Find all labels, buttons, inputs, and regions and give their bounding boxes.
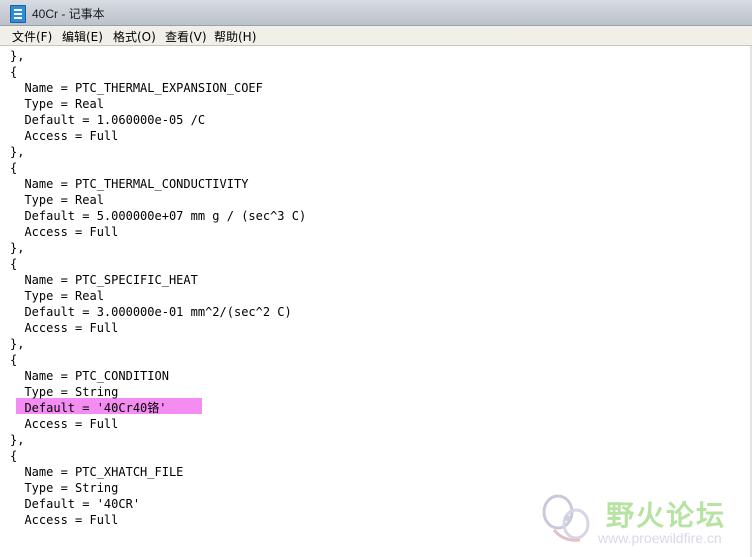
text-editor[interactable]: }, { Name = PTC_THERMAL_EXPANSION_COEF T… [0, 46, 752, 557]
editor-line: Name = PTC_CONDITION [10, 369, 169, 383]
editor-line: Type = String [10, 385, 119, 399]
editor-line: }, [10, 241, 25, 255]
editor-line: Default = 1.060000e-05 /C [10, 113, 206, 127]
editor-line: { [10, 257, 18, 271]
editor-line: }, [10, 433, 25, 447]
watermark-url: www.proewildfire.cn [598, 530, 722, 546]
editor-line-highlighted: Default = '40Cr40铬' [10, 401, 167, 415]
menu-view[interactable]: 查看(V) [165, 28, 207, 45]
editor-line: Access = Full [10, 129, 119, 143]
editor-line: Type = String [10, 481, 119, 495]
editor-line: }, [10, 337, 25, 351]
editor-line: }, [10, 49, 25, 63]
forum-watermark: 野火论坛 www.proewildfire.cn [540, 490, 750, 554]
editor-line: { [10, 449, 18, 463]
editor-line: Name = PTC_SPECIFIC_HEAT [10, 273, 198, 287]
notepad-window: 40Cr - 记事本 文件(F) 编辑(E) 格式(O) 查看(V) 帮助(H)… [0, 0, 752, 557]
watermark-title: 野火论坛 [606, 499, 727, 532]
editor-line: Default = 3.000000e-01 mm^2/(sec^2 C) [10, 305, 292, 319]
editor-line: Access = Full [10, 321, 119, 335]
title-bar[interactable]: 40Cr - 记事本 [0, 0, 752, 26]
menu-file[interactable]: 文件(F) [12, 28, 52, 45]
editor-line: Access = Full [10, 417, 119, 431]
editor-line: Type = Real [10, 193, 104, 207]
editor-line: Type = Real [10, 97, 104, 111]
menu-format[interactable]: 格式(O) [113, 28, 156, 45]
editor-line: { [10, 353, 18, 367]
window-title: 40Cr - 记事本 [32, 7, 105, 21]
editor-line: Default = '40CR' [10, 497, 141, 511]
menu-help[interactable]: 帮助(H) [214, 28, 256, 45]
menu-bar: 文件(F) 编辑(E) 格式(O) 查看(V) 帮助(H) [0, 26, 752, 46]
editor-line: { [10, 161, 18, 175]
editor-line: Type = Real [10, 289, 104, 303]
editor-line: Access = Full [10, 513, 119, 527]
editor-line: }, [10, 145, 25, 159]
editor-line: Name = PTC_XHATCH_FILE [10, 465, 184, 479]
editor-line: Name = PTC_THERMAL_CONDUCTIVITY [10, 177, 249, 191]
editor-line: { [10, 65, 18, 79]
editor-line: Access = Full [10, 225, 119, 239]
menu-edit[interactable]: 编辑(E) [62, 28, 103, 45]
editor-line: Name = PTC_THERMAL_EXPANSION_COEF [10, 81, 263, 95]
butterfly-logo-icon [542, 494, 590, 542]
editor-line: Default = 5.000000e+07 mm g / (sec^3 C) [10, 209, 307, 223]
notepad-icon [10, 5, 26, 23]
